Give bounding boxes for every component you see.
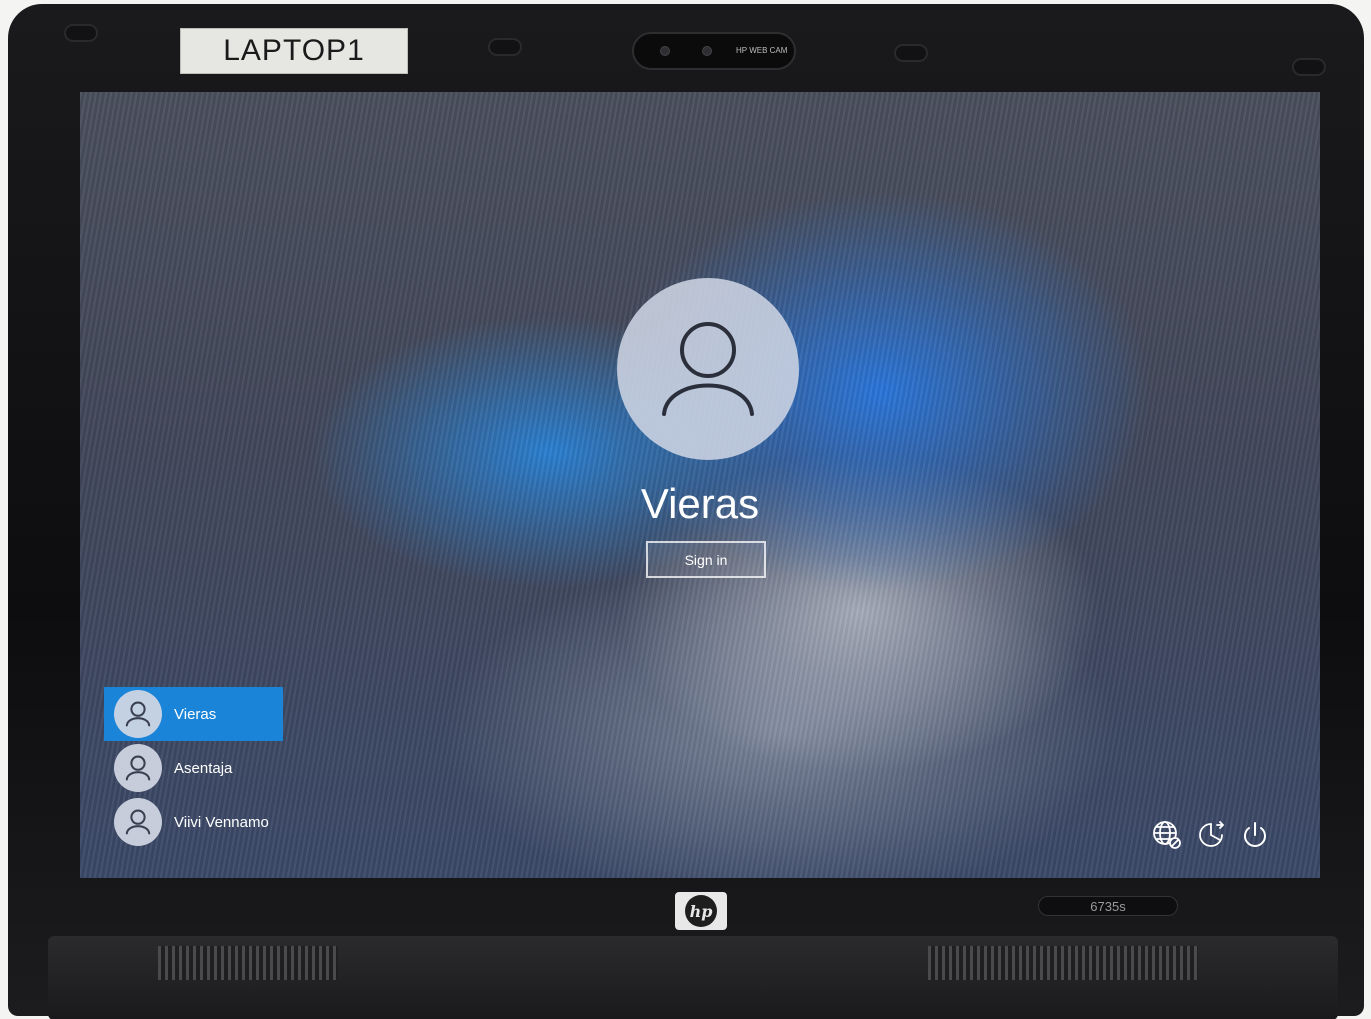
- network-icon[interactable]: [1152, 820, 1182, 850]
- hp-logo: hp: [675, 892, 727, 930]
- bezel-bumper: [1292, 58, 1326, 76]
- bezel-bumper: [64, 24, 98, 42]
- brand-logo-text: hp: [685, 895, 717, 927]
- user-list: Vieras Asentaja Viivi Vennamo: [104, 687, 283, 849]
- model-badge: 6735s: [1038, 896, 1178, 916]
- hinge-vent: [928, 946, 1198, 980]
- user-avatar: [114, 798, 162, 846]
- bezel-bumper: [488, 38, 522, 56]
- laptop-bezel: LAPTOP1 HP WEB CAM Vieras Sign in Vieras…: [8, 4, 1364, 1019]
- user-item-label: Asentaja: [174, 759, 233, 777]
- user-item-viivi-vennamo[interactable]: Viivi Vennamo: [104, 795, 283, 849]
- webcam-label: HP WEB CAM: [736, 46, 788, 55]
- user-item-label: Vieras: [174, 705, 217, 723]
- user-avatar: [114, 744, 162, 792]
- webcam: HP WEB CAM: [632, 32, 796, 70]
- user-item-vieras[interactable]: Vieras: [104, 687, 283, 741]
- accessibility-icon[interactable]: [1196, 820, 1226, 850]
- power-icon[interactable]: [1240, 820, 1270, 850]
- current-user-avatar: [617, 278, 799, 460]
- lock-screen: Vieras Sign in Vieras Asentaja Viivi Ven…: [80, 92, 1320, 878]
- webcam-led: [660, 46, 670, 56]
- user-icon: [125, 809, 151, 835]
- user-avatar: [114, 690, 162, 738]
- hinge-vent: [158, 946, 338, 980]
- lock-screen-corner-controls: [1152, 820, 1270, 850]
- user-icon: [125, 755, 151, 781]
- webcam-lens: [702, 46, 712, 56]
- current-user-name: Vieras: [640, 480, 760, 527]
- user-icon: [662, 322, 754, 416]
- user-item-label: Viivi Vennamo: [174, 813, 269, 831]
- user-icon: [125, 701, 151, 727]
- user-item-asentaja[interactable]: Asentaja: [104, 741, 283, 795]
- laptop-hinge: [48, 936, 1338, 1019]
- asset-label-sticker: LAPTOP1: [180, 28, 408, 74]
- bezel-bumper: [894, 44, 928, 62]
- sign-in-button[interactable]: Sign in: [646, 541, 766, 578]
